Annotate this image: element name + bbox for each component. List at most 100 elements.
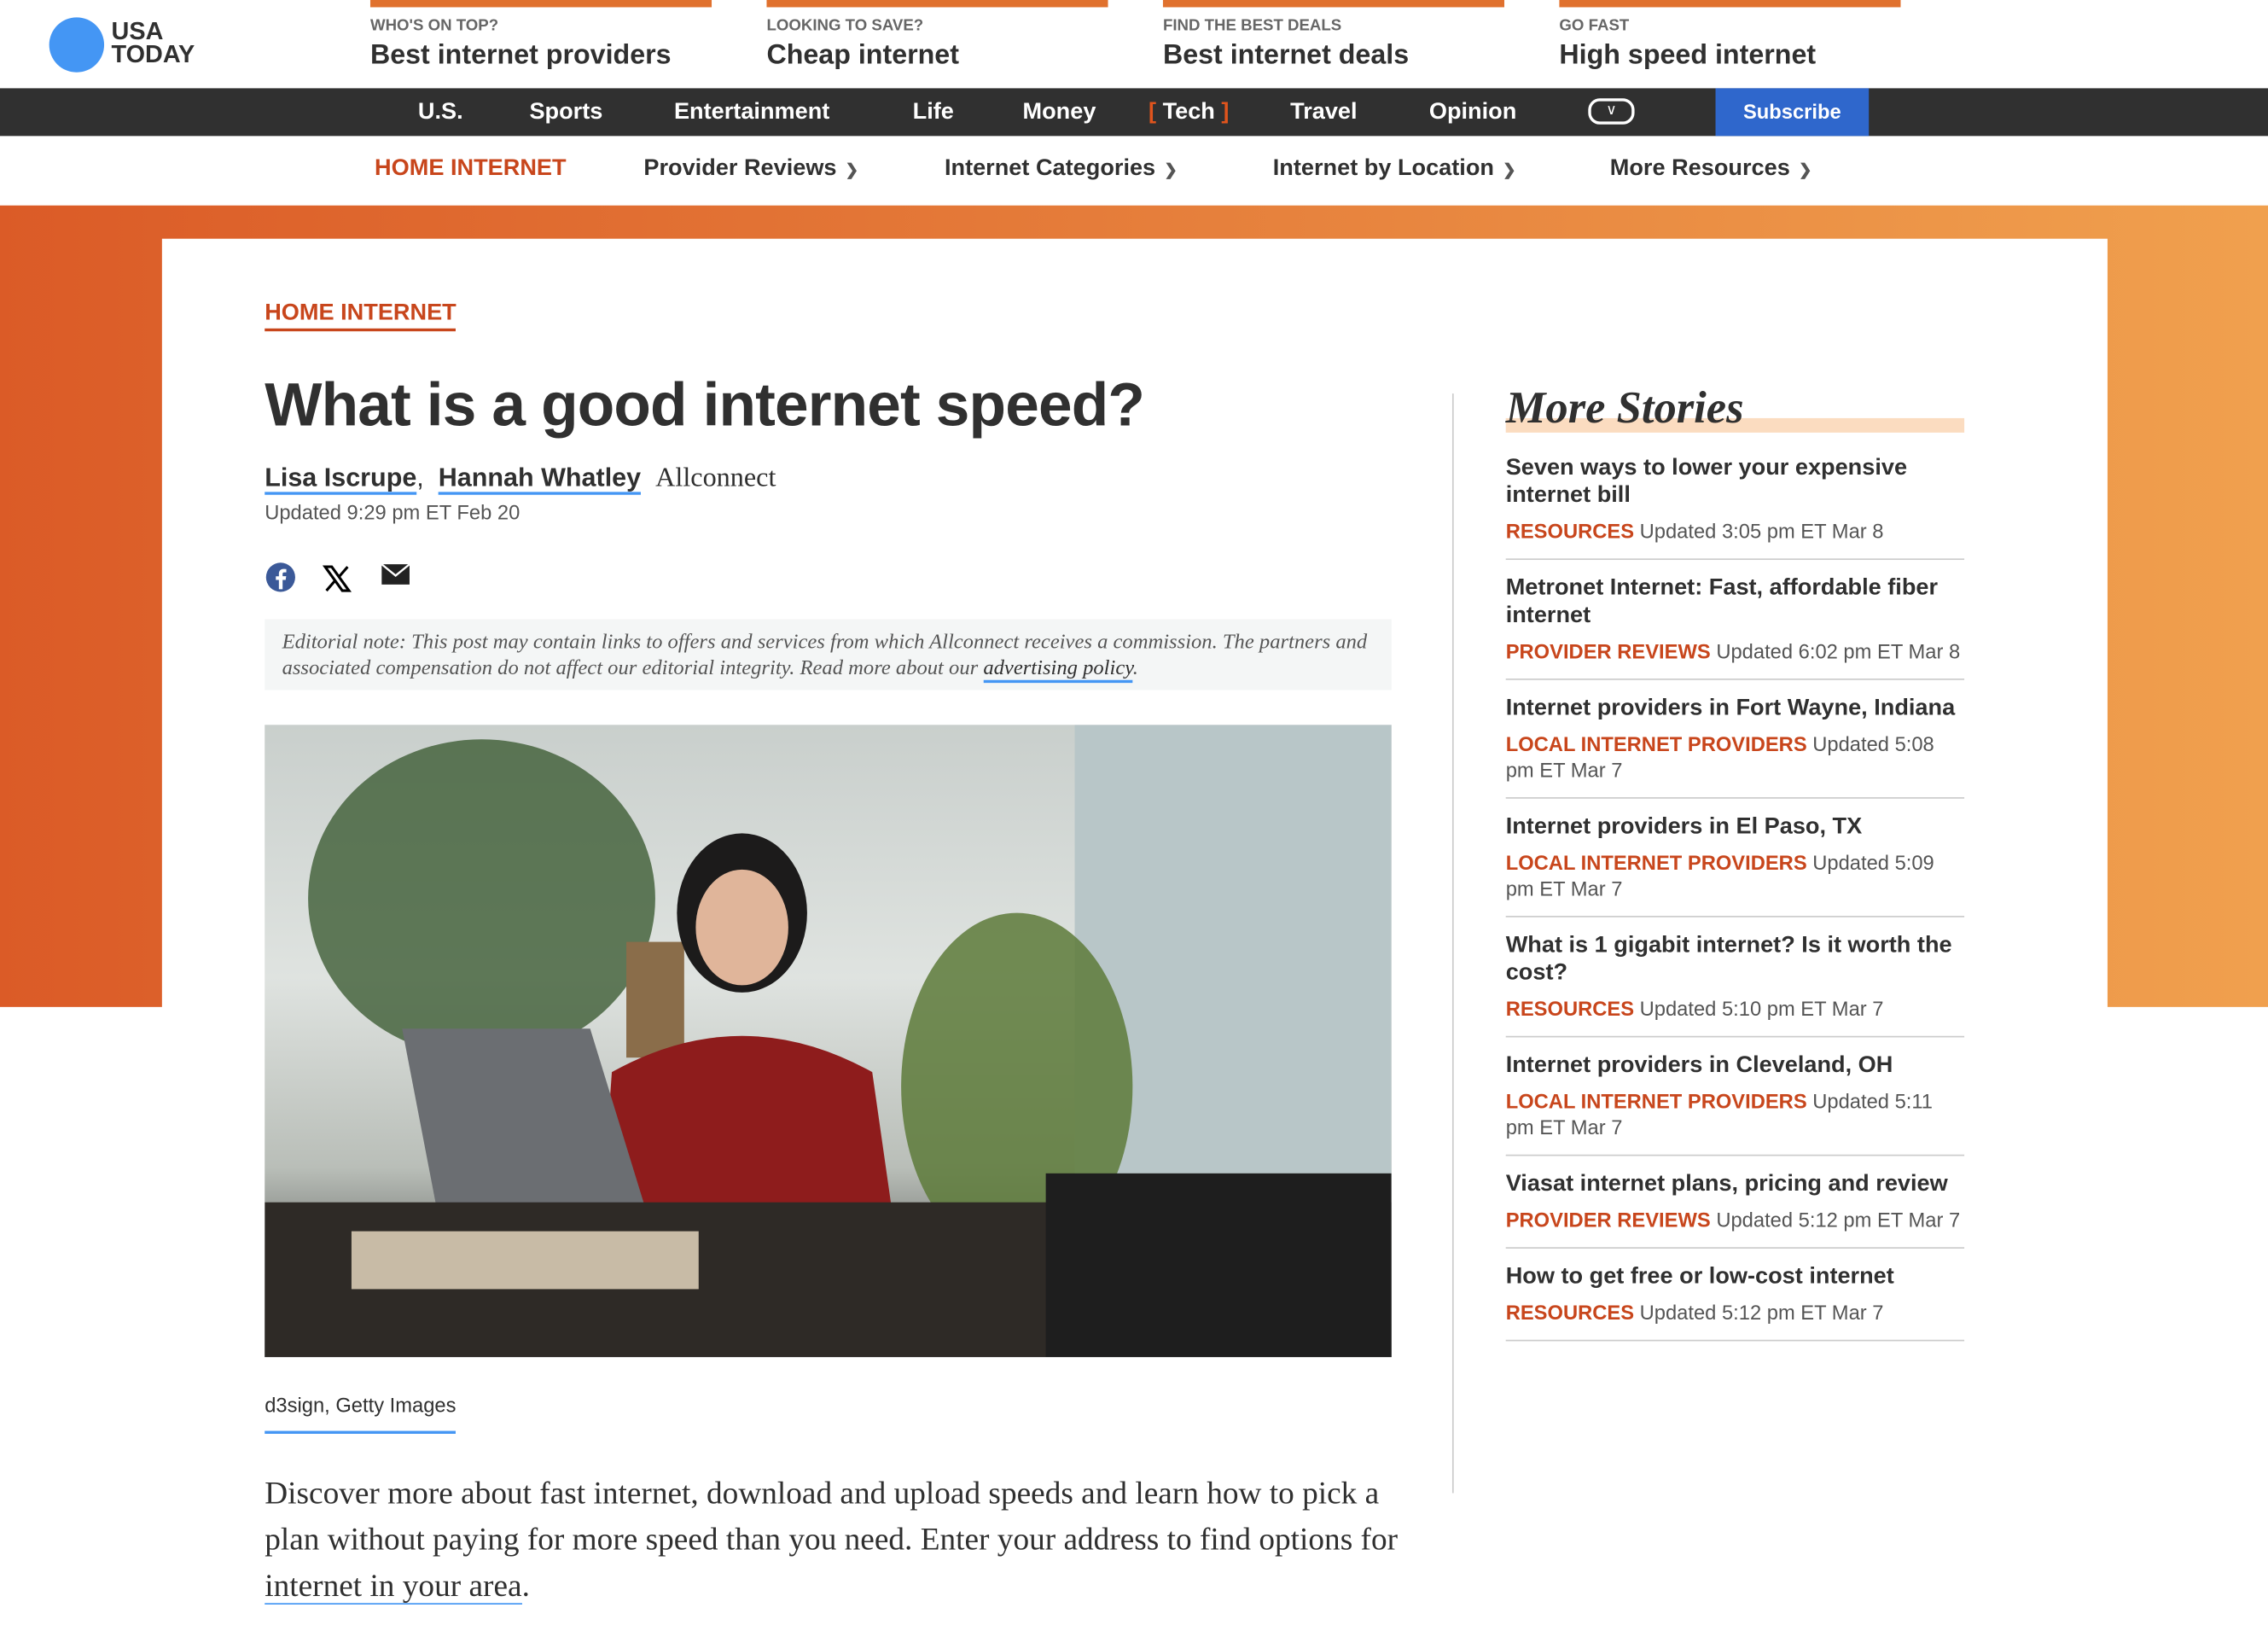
story-meta: LOCAL INTERNET PROVIDERS Updated 5:11 pm…: [1506, 1088, 1964, 1140]
story-item[interactable]: Metronet Internet: Fast, affordable fibe…: [1505, 560, 1965, 680]
story-meta: RESOURCES Updated 5:12 pm ET Mar 7: [1506, 1299, 1964, 1325]
image-caption: d3sign, Getty Images: [265, 1393, 457, 1434]
promo-cheap-internet[interactable]: LOOKING TO SAVE? Cheap internet: [766, 0, 1108, 73]
story-category[interactable]: LOCAL INTERNET PROVIDERS: [1506, 732, 1807, 755]
story-title[interactable]: Seven ways to lower your expensive inter…: [1506, 454, 1964, 509]
nav-sports[interactable]: Sports: [529, 100, 602, 126]
story-meta: LOCAL INTERNET PROVIDERS Updated 5:08 pm…: [1506, 731, 1964, 783]
story-category[interactable]: LOCAL INTERNET PROVIDERS: [1506, 851, 1807, 874]
subnav-label: Provider Reviews: [643, 156, 837, 181]
nav-tech-label: Tech: [1162, 99, 1215, 125]
story-item[interactable]: How to get free or low-cost internet RESO…: [1505, 1249, 1965, 1342]
promo-high-speed[interactable]: GO FAST High speed internet: [1559, 0, 1901, 73]
more-stories-title: More Stories: [1505, 382, 1744, 433]
chevron-down-icon: ❯: [1503, 161, 1516, 180]
nav-entertainment[interactable]: Entertainment: [674, 100, 829, 126]
story-item[interactable]: Internet providers in Fort Wayne, Indian…: [1505, 680, 1965, 799]
story-title[interactable]: Internet providers in Fort Wayne, Indian…: [1506, 695, 1964, 722]
subnav-internet-categories[interactable]: Internet Categories ❯: [945, 156, 1178, 183]
story-updated: Updated 5:10 pm ET Mar 7: [1639, 996, 1884, 1021]
story-updated: Updated 5:12 pm ET Mar 7: [1639, 1300, 1884, 1325]
email-icon[interactable]: [381, 562, 411, 588]
promo-kicker: FIND THE BEST DEALS: [1162, 17, 1342, 35]
section-label[interactable]: HOME INTERNET: [265, 301, 457, 332]
story-item[interactable]: What is 1 gigabit internet? Is it worth …: [1505, 917, 1965, 1038]
editorial-note: Editorial note: This post may contain li…: [265, 619, 1392, 690]
lede-text: Discover more about fast internet, downl…: [265, 1474, 1399, 1558]
promo-kicker: LOOKING TO SAVE?: [766, 17, 924, 35]
updated-timestamp: Updated 9:29 pm ET Feb 20: [265, 500, 520, 524]
story-title[interactable]: What is 1 gigabit internet? Is it worth …: [1506, 932, 1964, 987]
article-hero-image: [265, 725, 1392, 1358]
bracket-right: ]: [1214, 99, 1230, 125]
story-category[interactable]: PROVIDER REVIEWS: [1506, 639, 1711, 662]
promo-link[interactable]: High speed internet: [1559, 40, 1900, 72]
usa-today-logo[interactable]: [49, 17, 105, 73]
promo-kicker: GO FAST: [1559, 17, 1630, 35]
story-title[interactable]: Viasat internet plans, pricing and revie…: [1506, 1170, 1964, 1197]
author-org: Allconnect: [655, 463, 776, 494]
author-link[interactable]: Lisa Iscrupe: [265, 463, 417, 495]
facebook-icon[interactable]: [265, 562, 296, 593]
story-item[interactable]: Internet providers in Cleveland, OH LOCAL…: [1505, 1037, 1965, 1156]
story-category[interactable]: RESOURCES: [1506, 997, 1634, 1020]
story-category[interactable]: PROVIDER REVIEWS: [1506, 1208, 1711, 1231]
story-updated: Updated 3:05 pm ET Mar 8: [1639, 519, 1884, 543]
subnav-home-internet[interactable]: HOME INTERNET: [375, 156, 567, 183]
promo-kicker: WHO'S ON TOP?: [369, 17, 499, 35]
subnav-provider-reviews[interactable]: Provider Reviews ❯: [643, 156, 858, 183]
advertising-policy-link[interactable]: advertising policy: [983, 656, 1133, 684]
nav-money[interactable]: Money: [1023, 100, 1096, 126]
story-meta: RESOURCES Updated 3:05 pm ET Mar 8: [1506, 518, 1964, 545]
author-link[interactable]: Hannah Whatley: [438, 463, 642, 495]
photo-woman-laptop: [265, 725, 1392, 1358]
story-item[interactable]: Internet providers in El Paso, TX LOCAL I…: [1505, 799, 1965, 917]
subnav-more-resources[interactable]: More Resources ❯: [1610, 156, 1812, 183]
promo-bar: [369, 0, 712, 8]
x-icon[interactable]: [321, 562, 352, 594]
subscribe-button[interactable]: Subscribe: [1715, 88, 1870, 137]
nav-us[interactable]: U.S.: [418, 100, 463, 126]
promo-bar: [1162, 0, 1505, 8]
nav-opinion[interactable]: Opinion: [1429, 100, 1516, 126]
story-title[interactable]: Metronet Internet: Fast, affordable fibe…: [1506, 574, 1964, 629]
logo-text[interactable]: USA TODAY: [111, 19, 195, 68]
logo-line2: TODAY: [111, 40, 195, 68]
subnav-internet-by-location[interactable]: Internet by Location ❯: [1273, 156, 1516, 183]
story-item[interactable]: Seven ways to lower your expensive inter…: [1505, 440, 1965, 561]
story-title[interactable]: Internet providers in Cleveland, OH: [1506, 1051, 1964, 1079]
story-item[interactable]: Viasat internet plans, pricing and revie…: [1505, 1156, 1965, 1249]
nav-travel[interactable]: Travel: [1290, 100, 1357, 126]
promo-best-providers[interactable]: WHO'S ON TOP? Best internet providers: [369, 0, 712, 73]
story-category[interactable]: RESOURCES: [1506, 520, 1634, 543]
chevron-down-icon[interactable]: ∨: [1588, 98, 1635, 125]
story-meta: LOCAL INTERNET PROVIDERS Updated 5:09 pm…: [1506, 849, 1964, 901]
editorial-note-text: Editorial note: This post may contain li…: [282, 631, 1368, 680]
bracket-left: [: [1148, 99, 1163, 125]
subnav-label: Internet by Location: [1272, 156, 1494, 181]
story-meta: PROVIDER REVIEWS Updated 5:12 pm ET Mar …: [1506, 1207, 1964, 1233]
story-meta: RESOURCES Updated 5:10 pm ET Mar 7: [1506, 995, 1964, 1022]
story-title[interactable]: How to get free or low-cost internet: [1506, 1263, 1964, 1290]
promo-best-deals[interactable]: FIND THE BEST DEALS Best internet deals: [1162, 0, 1505, 73]
story-category[interactable]: LOCAL INTERNET PROVIDERS: [1506, 1089, 1807, 1112]
promo-link[interactable]: Best internet deals: [1163, 40, 1504, 72]
promo-link[interactable]: Best internet providers: [370, 40, 712, 72]
story-updated: Updated 5:12 pm ET Mar 7: [1716, 1208, 1961, 1232]
chevron-down-icon: ❯: [1798, 161, 1812, 180]
article-lede: Discover more about fast internet, downl…: [265, 1470, 1422, 1609]
more-stories-list: Seven ways to lower your expensive inter…: [1505, 440, 1965, 1342]
subnav-label: Internet Categories: [944, 156, 1156, 181]
story-meta: PROVIDER REVIEWS Updated 6:02 pm ET Mar …: [1506, 638, 1964, 665]
story-title[interactable]: Internet providers in El Paso, TX: [1506, 813, 1964, 841]
story-category[interactable]: RESOURCES: [1506, 1301, 1634, 1324]
nav-tech[interactable]: [ Tech ]: [1149, 100, 1229, 126]
nav-life[interactable]: Life: [913, 100, 954, 126]
promo-link[interactable]: Cheap internet: [766, 40, 1108, 72]
internet-in-your-area-link[interactable]: internet in your area: [265, 1566, 522, 1605]
top-nav: U.S. Sports Entertainment Life Money [ T…: [0, 88, 2268, 137]
page-title: What is a good internet speed?: [265, 370, 1145, 439]
chevron-down-icon: ❯: [1164, 161, 1178, 180]
story-updated: Updated 6:02 pm ET Mar 8: [1716, 639, 1961, 663]
lede-end: .: [521, 1566, 530, 1604]
